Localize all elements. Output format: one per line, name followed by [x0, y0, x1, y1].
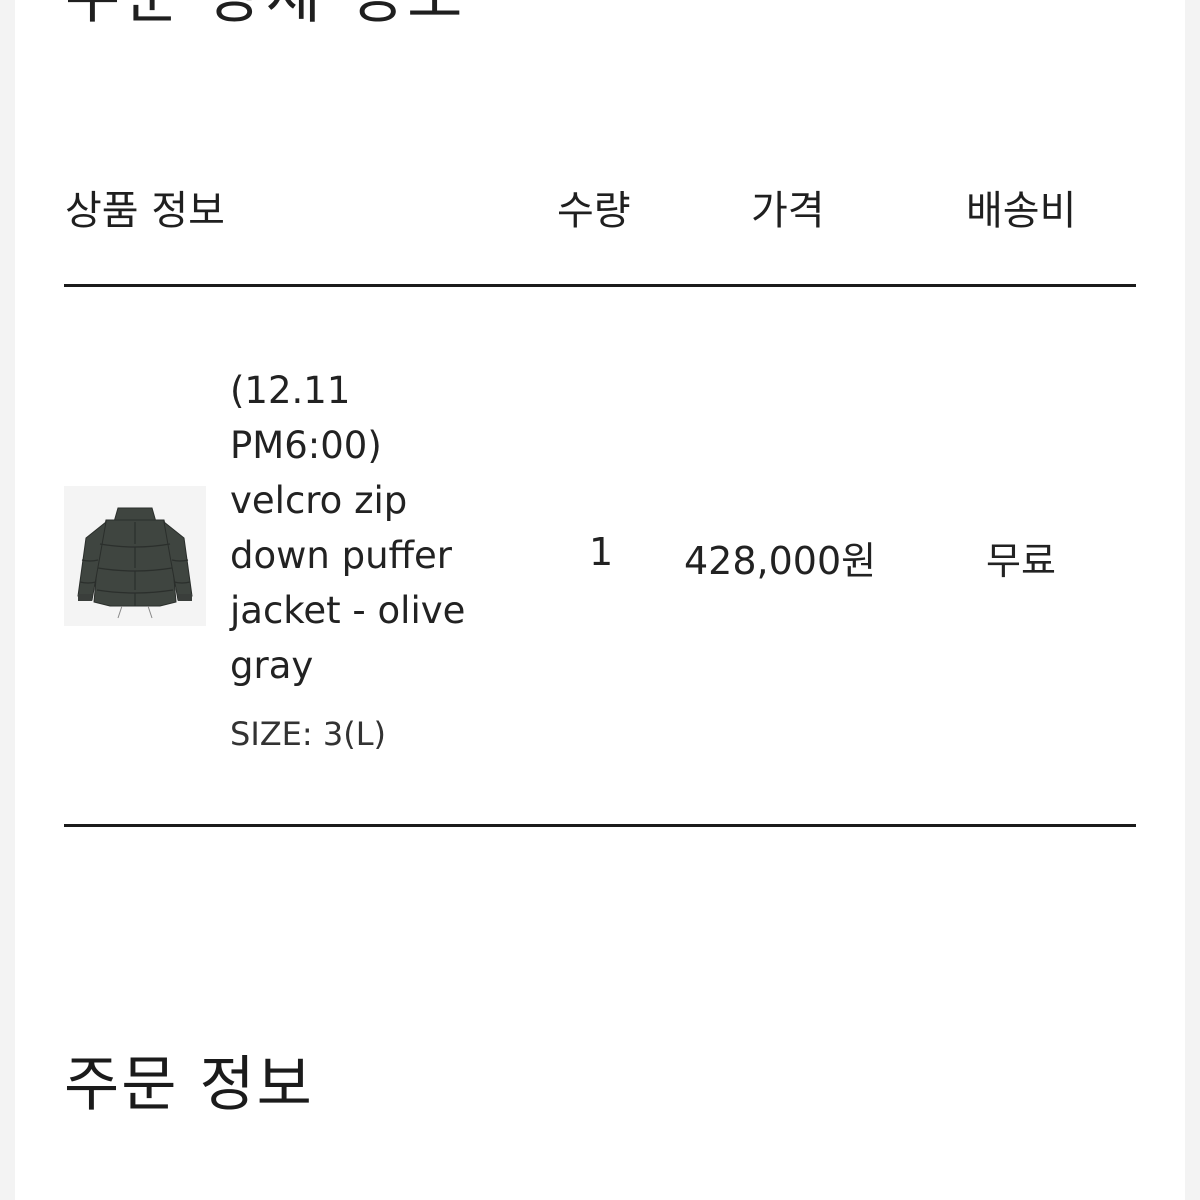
product-option: SIZE: 3(L) — [230, 715, 386, 753]
price-value: 428,000원 — [684, 539, 877, 583]
quantity-value: 1 — [589, 530, 614, 574]
puffer-jacket-image — [64, 486, 206, 626]
product-name-link[interactable]: (12.11 PM6:00) velcro zip down puffer ja… — [230, 363, 505, 693]
page-title: 주문 상세 정보 — [65, 0, 466, 35]
column-header-price: 가격 — [751, 188, 825, 234]
table-bottom-divider — [64, 824, 1136, 827]
shipping-value: 무료 — [986, 539, 1056, 583]
column-header-quantity: 수량 — [557, 188, 631, 234]
column-header-shipping: 배송비 — [966, 188, 1077, 234]
order-info-title: 주문 정보 — [64, 1050, 314, 1120]
column-header-product: 상품 정보 — [65, 188, 225, 234]
order-detail-panel: 주문 상세 정보 상품 정보 수량 가격 배송비 — [15, 0, 1185, 1200]
product-thumbnail[interactable] — [64, 486, 206, 626]
table-top-divider — [64, 284, 1136, 287]
